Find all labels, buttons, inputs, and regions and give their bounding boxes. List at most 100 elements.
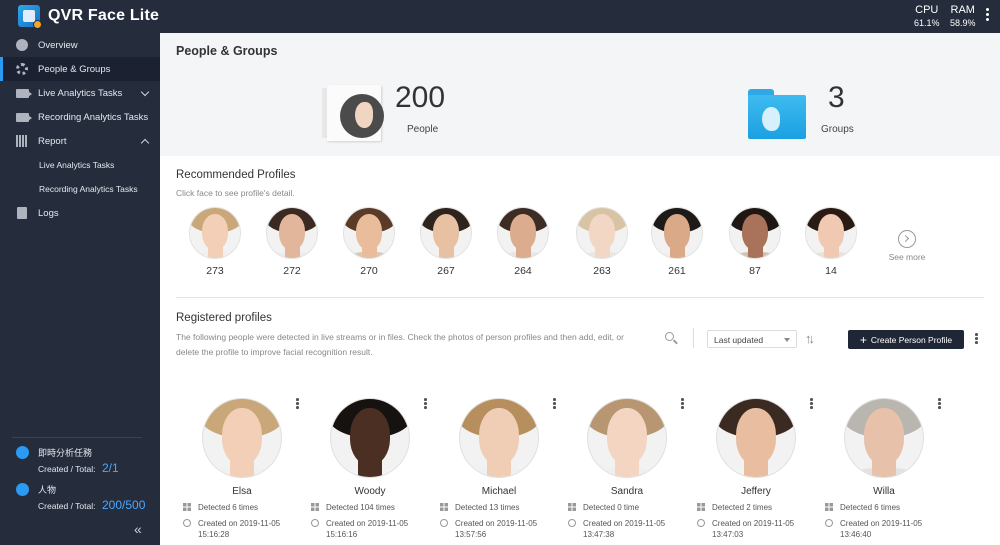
chevron-right-icon — [898, 230, 916, 248]
sidebar-item-people-groups[interactable]: People & Groups — [0, 57, 160, 81]
sidebar-item-live-analytics[interactable]: Live Analytics Tasks — [0, 81, 160, 105]
detection-count: 267 — [437, 265, 455, 277]
detection-count: 14 — [825, 265, 837, 277]
logs-icon — [17, 207, 27, 219]
detection-count: 261 — [668, 265, 686, 277]
clock-icon — [311, 519, 319, 527]
person-icon — [16, 483, 29, 496]
created-info: Created on 2019-11-05 15:16:16 — [310, 518, 430, 540]
detected-info: Detected 104 times — [310, 502, 430, 513]
ram-usage: RAM 58.9% — [950, 5, 976, 29]
recommended-profile[interactable]: 264 — [495, 207, 551, 277]
created-time: 13:46:40 — [840, 530, 872, 539]
profile-photo[interactable] — [729, 207, 781, 259]
recommended-profile[interactable]: 267 — [418, 207, 474, 277]
plus-icon: + — [859, 332, 867, 347]
groups-label: Groups — [821, 124, 854, 135]
detected-info: Detected 6 times — [824, 502, 944, 513]
profile-photo[interactable] — [805, 207, 857, 259]
recommended-profile[interactable]: 14 — [803, 207, 859, 277]
profile-card[interactable]: Elsa Detected 6 times Created on 2019-11-0… — [182, 398, 302, 540]
cpu-usage: CPU 61.1% — [914, 5, 940, 29]
detections-icon — [440, 503, 448, 511]
profile-card[interactable]: Jeffery Detected 2 times Created on 2019-1… — [696, 398, 816, 540]
profile-card[interactable]: Woody Detected 104 times Created on 2019-1… — [310, 398, 430, 540]
more-options-icon[interactable] — [296, 398, 299, 411]
profile-photo[interactable] — [844, 398, 924, 478]
create-person-profile-button[interactable]: + Create Person Profile — [848, 330, 964, 349]
more-options-icon[interactable] — [424, 398, 427, 411]
profile-photo[interactable] — [330, 398, 410, 478]
created-info: Created on 2019-11-05 13:47:03 — [696, 518, 816, 540]
profile-photo[interactable] — [651, 207, 703, 259]
detected-text: Detected 0 time — [583, 503, 640, 512]
profile-name: Michael — [481, 486, 517, 497]
chevron-down-icon[interactable] — [140, 87, 150, 97]
detection-count: 272 — [283, 265, 301, 277]
more-options-icon[interactable] — [681, 398, 684, 411]
search-icon[interactable] — [665, 332, 678, 345]
detection-count: 264 — [514, 265, 532, 277]
profile-photo[interactable] — [343, 207, 395, 259]
profile-card[interactable]: Sandra Detected 0 time Created on 2019-11-… — [567, 398, 687, 540]
clock-icon — [183, 519, 191, 527]
recommended-profile[interactable]: 273 — [187, 207, 243, 277]
profile-photo[interactable] — [202, 398, 282, 478]
top-bar: QVR Face Lite CPU 61.1% RAM 58.9% — [0, 0, 1000, 33]
main-content: People & Groups 200 People 3 Groups Reco… — [160, 33, 1000, 545]
chevron-up-icon[interactable] — [140, 138, 150, 148]
profile-name: Sandra — [610, 486, 644, 497]
more-options-icon[interactable] — [975, 333, 978, 346]
sidebar-item-label: Logs — [38, 207, 59, 219]
recommended-profile[interactable]: 261 — [649, 207, 705, 277]
clock-icon — [568, 519, 576, 527]
recommended-profile[interactable]: 272 — [264, 207, 320, 277]
profile-photo[interactable] — [716, 398, 796, 478]
see-more-button[interactable]: See more — [882, 230, 932, 262]
profile-photo[interactable] — [587, 398, 667, 478]
registered-title: Registered profiles — [176, 312, 272, 324]
detected-info: Detected 0 time — [567, 502, 687, 513]
more-options-icon[interactable] — [553, 398, 556, 411]
recommended-profile[interactable]: 87 — [727, 207, 783, 277]
app-logo-icon — [18, 5, 42, 29]
profile-card[interactable]: Michael Detected 13 times Created on 2019-… — [439, 398, 559, 540]
created-info: Created on 2019-11-05 15:16:28 — [182, 518, 302, 540]
sidebar-item-overview[interactable]: Overview — [0, 33, 160, 57]
sidebar-subitem-report-live[interactable]: Live Analytics Tasks — [0, 153, 160, 177]
sort-dropdown[interactable]: Last updated — [707, 330, 797, 348]
detected-text: Detected 6 times — [840, 503, 901, 512]
sidebar-item-logs[interactable]: Logs — [0, 201, 160, 225]
sidebar-item-recording-analytics[interactable]: Recording Analytics Tasks — [0, 105, 160, 129]
recommended-title: Recommended Profiles — [176, 169, 296, 181]
profile-photo[interactable] — [266, 207, 318, 259]
created-info: Created on 2019-11-05 13:47:38 — [567, 518, 687, 540]
more-options-icon[interactable] — [938, 398, 941, 411]
sidebar-item-label: Report — [38, 135, 67, 147]
sidebar-divider — [12, 437, 142, 438]
recommended-profile[interactable]: 263 — [574, 207, 630, 277]
sidebar-item-report[interactable]: Report — [0, 129, 160, 153]
profile-photo[interactable] — [420, 207, 472, 259]
clock-icon — [697, 519, 705, 527]
detected-text: Detected 104 times — [326, 503, 395, 512]
sort-order-icon[interactable]: ↑↓ — [805, 331, 815, 346]
sidebar-subitem-report-recording[interactable]: Recording Analytics Tasks — [0, 177, 160, 201]
created-time: 15:16:28 — [198, 530, 230, 539]
collapse-sidebar-icon[interactable]: « — [134, 521, 142, 537]
status-label: Created / Total: — [38, 464, 96, 474]
clock-icon — [825, 519, 833, 527]
section-divider — [176, 297, 984, 298]
profile-card[interactable]: Willa Detected 6 times Created on 2019-11-… — [824, 398, 944, 540]
status-label: Created / Total: — [38, 501, 96, 511]
more-options-icon[interactable] — [986, 8, 990, 24]
clock-icon — [440, 519, 448, 527]
detection-count: 87 — [749, 265, 761, 277]
profile-photo[interactable] — [576, 207, 628, 259]
profile-photo[interactable] — [189, 207, 241, 259]
profile-photo[interactable] — [459, 398, 539, 478]
sidebar-item-label: Overview — [38, 39, 78, 51]
profile-photo[interactable] — [497, 207, 549, 259]
recommended-profile[interactable]: 270 — [341, 207, 397, 277]
more-options-icon[interactable] — [810, 398, 813, 411]
